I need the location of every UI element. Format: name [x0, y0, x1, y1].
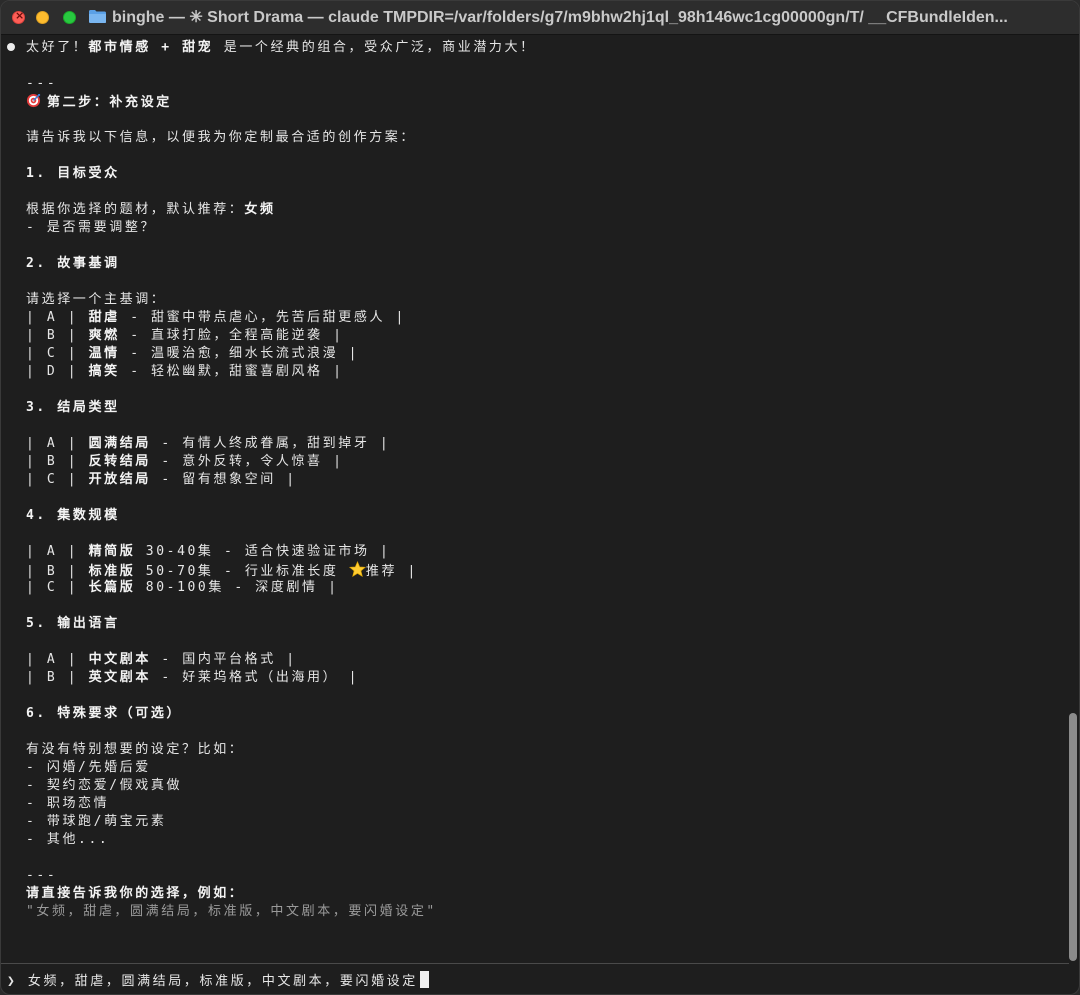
section-title-episodes: 4. 集数规模 [26, 508, 120, 523]
table-row: | C | 开放结局 - 留有想象空间 | [26, 472, 297, 487]
closing-instruction: 请直接告诉我你的选择，例如： [26, 886, 245, 901]
section-title-special: 6. 特殊要求（可选） [26, 706, 183, 721]
section-title-ending: 3. 结局类型 [26, 400, 120, 415]
tone-intro: 请选择一个主基调： [26, 292, 167, 307]
audience-question: - 是否需要调整？ [26, 220, 157, 235]
table-row: | C | 长篇版 80-100集 - 深度剧情 | [26, 580, 339, 595]
request-text: 请告诉我以下信息，以便我为你定制最合适的创作方案： [26, 130, 417, 145]
bullet-dot-icon [7, 43, 15, 51]
close-window-button[interactable] [12, 9, 25, 24]
horizontal-rule: --- [26, 868, 58, 883]
list-item: - 其他... [26, 832, 110, 847]
closing-example: "女频，甜虐，圆满结局，标准版，中文剧本，要闪婚设定" [26, 904, 437, 919]
terminal-output[interactable]: 太好了！都市情感 + 甜宠 是一个经典的组合，受众广泛，商业潜力大！ --- 第… [1, 36, 1079, 994]
text-cursor [419, 971, 429, 988]
list-item: - 职场恋情 [26, 796, 110, 811]
input-divider [1, 963, 1069, 964]
table-row: | C | 温情 - 温暖治愈，细水长流式浪漫 | [26, 346, 360, 361]
maximize-window-button[interactable] [63, 11, 76, 24]
section-title-language: 5. 输出语言 [26, 616, 120, 631]
prompt-input-value[interactable]: 女频，甜虐，圆满结局，标准版，中文剧本，要闪婚设定 [28, 974, 418, 989]
table-row: | A | 中文剧本 - 国内平台格式 | [26, 652, 297, 667]
section-title-tone: 2. 故事基调 [26, 256, 120, 271]
table-row: | B | 爽燃 - 直球打脸，全程高能逆袭 | [26, 328, 344, 343]
table-row: | B | 标准版 50-70集 - 行业标准长度 推荐 | [26, 561, 418, 581]
table-row: | A | 精简版 30-40集 - 适合快速验证市场 | [26, 544, 391, 559]
terminal-window: binghe — ✳ Short Drama — claude TMPDIR=/… [0, 0, 1080, 995]
table-row: | B | 反转结局 - 意外反转，令人惊喜 | [26, 454, 344, 469]
prompt-chevron-icon: ❯ [7, 974, 18, 989]
list-item: - 契约恋爱/假戏真做 [26, 778, 183, 793]
list-item: - 闪婚/先婚后爱 [26, 760, 151, 775]
star-icon [348, 561, 366, 578]
scrollbar-thumb[interactable] [1069, 713, 1077, 961]
target-icon [26, 93, 41, 108]
minimize-window-button[interactable] [36, 11, 49, 24]
list-item: - 带球跑/萌宝元素 [26, 814, 167, 829]
table-row: | B | 英文剧本 - 好莱坞格式（出海用） | [26, 670, 360, 685]
prompt-input[interactable]: ❯ 女频，甜虐，圆满结局，标准版，中文剧本，要闪婚设定 [7, 971, 429, 991]
table-row: | A | 甜虐 - 甜蜜中带点虐心，先苦后甜更感人 | [26, 310, 406, 325]
audience-recommendation: 根据你选择的题材，默认推荐：女频 [26, 202, 276, 217]
window-title: binghe — ✳ Short Drama — claude TMPDIR=/… [112, 9, 1008, 26]
special-intro: 有没有特别想要的设定？比如： [26, 742, 245, 757]
horizontal-rule: --- [26, 76, 58, 91]
step-heading: 第二步：补充设定 [26, 93, 172, 112]
table-row: | A | 圆满结局 - 有情人终成眷属，甜到掉牙 | [26, 436, 391, 451]
table-row: | D | 搞笑 - 轻松幽默，甜蜜喜剧风格 | [26, 364, 344, 379]
folder-icon [89, 10, 106, 23]
intro-line: 太好了！都市情感 + 甜宠 是一个经典的组合，受众广泛，商业潜力大！ [26, 40, 536, 55]
section-title-audience: 1. 目标受众 [26, 166, 120, 181]
title-bar[interactable]: binghe — ✳ Short Drama — claude TMPDIR=/… [1, 1, 1079, 35]
